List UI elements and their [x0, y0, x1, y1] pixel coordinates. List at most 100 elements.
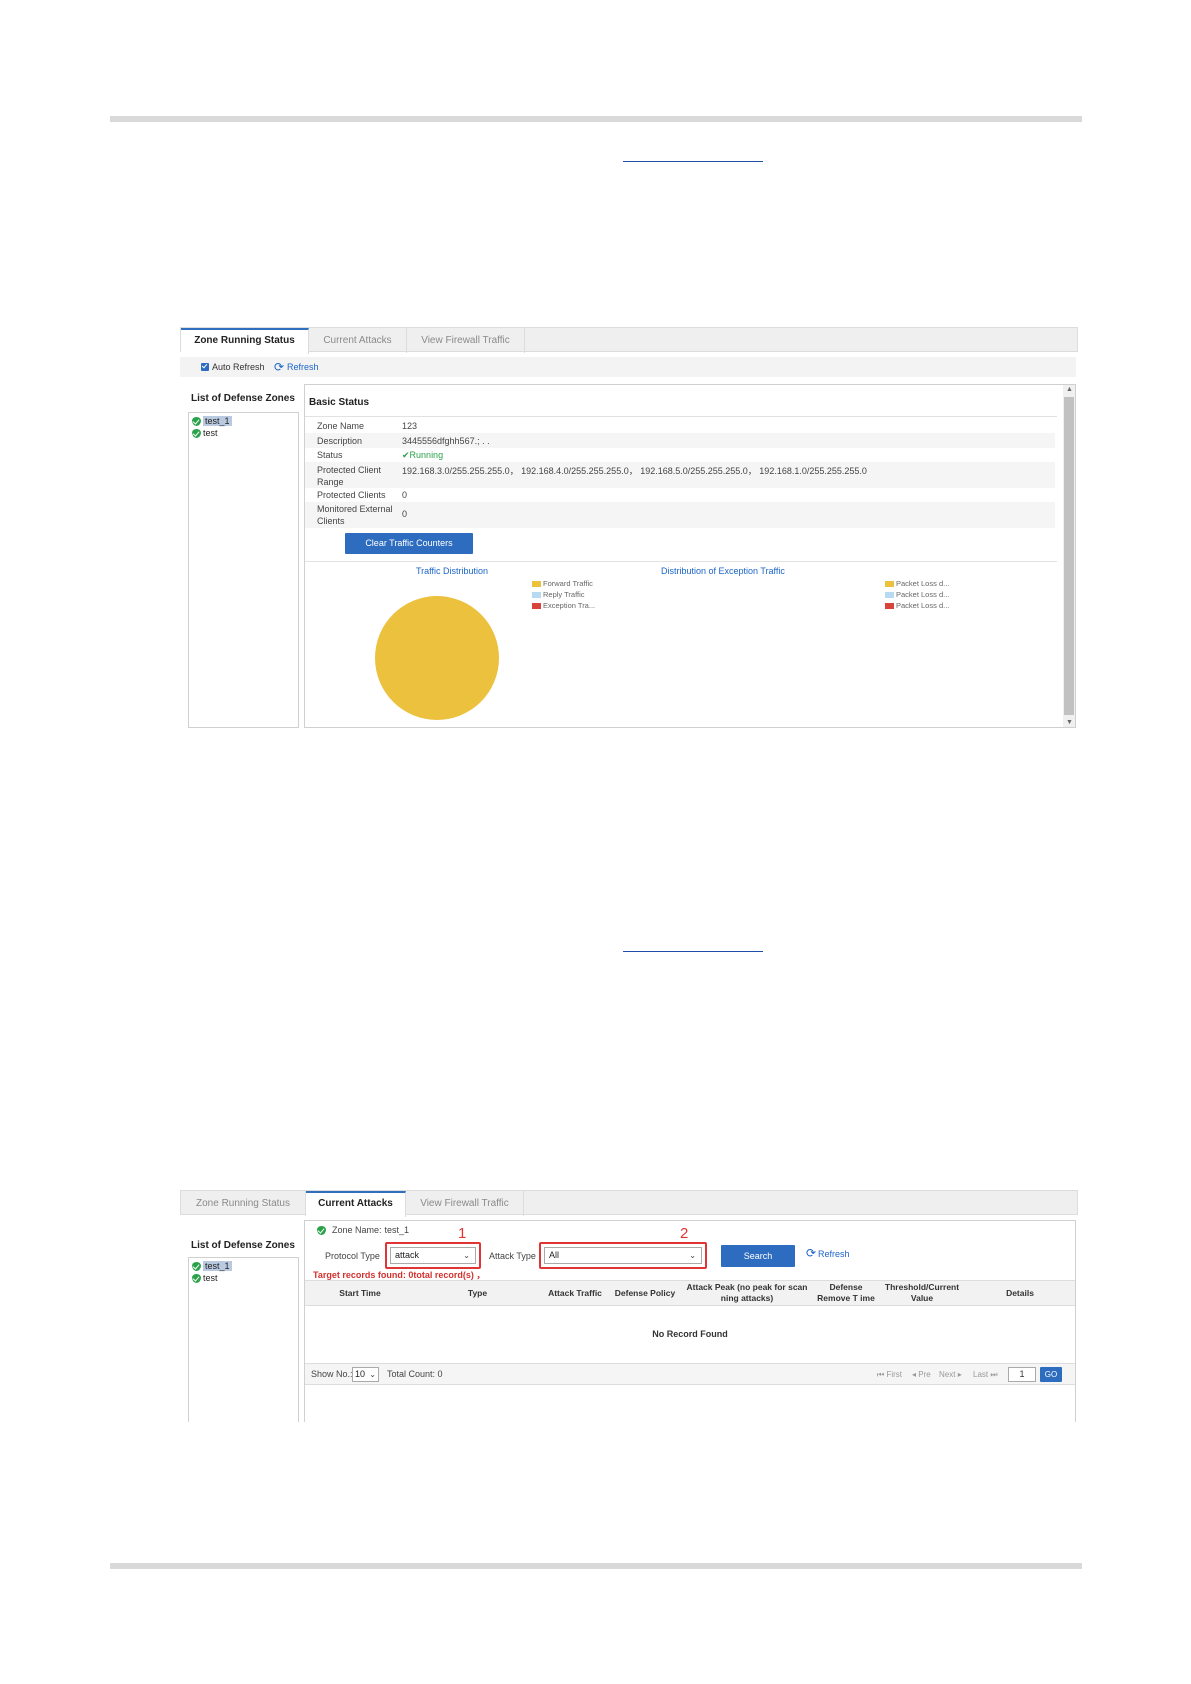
- row-key: Monitored External Clients: [317, 504, 393, 526]
- zone-label: test_1: [203, 416, 232, 426]
- protocol-type-value: attack: [395, 1250, 420, 1260]
- vertical-scrollbar[interactable]: ▲ ▼: [1063, 385, 1075, 727]
- row-key: Status: [317, 450, 343, 460]
- shield-check-icon: [317, 1225, 326, 1235]
- chevron-down-icon: ⌄: [689, 1251, 696, 1260]
- legend-exception-traffic: Exception Tra...: [532, 601, 595, 610]
- col-attack-peak: Attack Peak (no peak for scan ning attac…: [686, 1282, 808, 1303]
- shield-check-icon: [192, 428, 201, 438]
- tab-bar: Zone Running Status Current Attacks View…: [180, 327, 1078, 354]
- swatch: [532, 602, 541, 609]
- top-rule: [110, 116, 1082, 122]
- clear-traffic-counters-button[interactable]: Clear Traffic Counters: [345, 533, 473, 554]
- zones-title: List of Defense Zones: [191, 1240, 295, 1251]
- pager-next[interactable]: Next ▸: [939, 1370, 962, 1379]
- basic-status-panel: Basic Status Zone Name 123 Description 3…: [304, 384, 1076, 728]
- tab-current-attacks[interactable]: Current Attacks: [309, 328, 407, 353]
- swatch: [885, 602, 894, 609]
- pager-next-label: Next: [939, 1370, 956, 1379]
- attack-type-select[interactable]: All ⌄: [544, 1247, 702, 1264]
- zone-item-test-1[interactable]: test_1: [192, 1261, 232, 1271]
- swatch: [532, 591, 541, 598]
- col-type: Type: [467, 1288, 488, 1298]
- row-zone-name: Zone Name 123: [305, 418, 1055, 433]
- prev-page-icon: ◂: [912, 1370, 917, 1379]
- show-no-select[interactable]: 10 ⌄: [352, 1367, 379, 1382]
- col-details: Details: [1006, 1288, 1034, 1298]
- legend-label: Packet Loss d...: [896, 590, 950, 599]
- protocol-type-select[interactable]: attack ⌄: [390, 1247, 476, 1264]
- auto-refresh-checkbox[interactable]: [201, 362, 209, 371]
- zone-name-value: test_1: [384, 1225, 410, 1235]
- pager-prev-label: Pre: [918, 1370, 931, 1379]
- search-button[interactable]: Search: [721, 1245, 795, 1267]
- tab-zone-running-status[interactable]: Zone Running Status: [181, 328, 309, 354]
- zone-label: test: [203, 1273, 218, 1283]
- zone-running-status-screenshot: Zone Running Status Current Attacks View…: [180, 327, 1078, 732]
- swatch: [532, 580, 541, 587]
- traffic-pie-chart: [375, 596, 499, 720]
- tab-current-attacks[interactable]: Current Attacks: [306, 1191, 406, 1217]
- scrollbar-thumb[interactable]: [1064, 397, 1074, 715]
- chart-traffic-distribution-title: Traffic Distribution: [416, 566, 489, 576]
- row-key: Protected Client Range: [317, 465, 382, 487]
- zones-title: List of Defense Zones: [191, 393, 295, 404]
- row-description: Description 3445556dfghh567.; . .: [305, 433, 1055, 448]
- bottom-rule: [110, 1563, 1082, 1569]
- chart-exception-traffic-title: Distribution of Exception Traffic: [661, 566, 785, 576]
- scroll-down-icon[interactable]: ▼: [1066, 719, 1073, 726]
- attack-type-value: All: [549, 1250, 560, 1260]
- zone-list: [188, 412, 299, 728]
- col-threshold-current: Threshold/Current Value: [884, 1282, 960, 1303]
- zone-label: test_1: [203, 1261, 232, 1271]
- basic-status-title: Basic Status: [309, 397, 370, 408]
- tab-view-firewall-traffic[interactable]: View Firewall Traffic: [407, 328, 525, 353]
- legend-packet-loss-1: Packet Loss d...: [885, 579, 949, 588]
- tab-view-firewall-traffic[interactable]: View Firewall Traffic: [406, 1191, 524, 1216]
- col-defense-remove-time: Defense Remove T ime: [817, 1282, 875, 1303]
- scroll-up-icon[interactable]: ▲: [1066, 386, 1073, 393]
- row-status: Status ✔Running: [305, 448, 1055, 462]
- zone-item-test[interactable]: test: [192, 428, 218, 438]
- swatch: [885, 591, 894, 598]
- refresh-icon[interactable]: ⟳: [806, 1246, 816, 1260]
- pager-prev[interactable]: ◂ Pre: [912, 1370, 931, 1379]
- tab-zone-running-status[interactable]: Zone Running Status: [181, 1191, 306, 1216]
- go-button[interactable]: GO: [1040, 1367, 1062, 1382]
- chevron-down-icon: ⌄: [369, 1370, 376, 1379]
- swatch: [885, 580, 894, 587]
- row-protected-clients: Protected Clients 0: [305, 488, 1055, 502]
- status-value: ✔Running: [402, 450, 443, 461]
- row-value: 123: [402, 421, 418, 431]
- chevron-down-icon: ⌄: [463, 1251, 470, 1260]
- zone-item-test[interactable]: test: [192, 1273, 218, 1283]
- row-key: Protected Clients: [317, 490, 386, 500]
- page-number-input[interactable]: 1: [1008, 1367, 1036, 1382]
- legend-label: Packet Loss d...: [896, 601, 950, 610]
- legend-label: Exception Tra...: [543, 601, 596, 610]
- zone-item-test-1[interactable]: test_1: [192, 416, 232, 426]
- col-defense-policy: Defense Policy: [614, 1288, 676, 1298]
- zone-name-label: Zone Name:: [332, 1225, 382, 1235]
- first-page-icon: ⏮: [877, 1370, 885, 1379]
- row-value: 0: [402, 509, 408, 519]
- shield-check-icon: [192, 416, 201, 426]
- marker-1: 1: [458, 1225, 467, 1242]
- row-value: 3445556dfghh567.; . .: [402, 436, 490, 446]
- show-no-value: 10: [355, 1369, 366, 1379]
- row-value: 192.168.3.0/255.255.255.0， 192.168.4.0/2…: [402, 466, 867, 476]
- pager-first[interactable]: ⏮ First: [877, 1370, 902, 1380]
- legend-packet-loss-3: Packet Loss d...: [885, 601, 949, 610]
- row-protected-range: Protected Client Range 192.168.3.0/255.2…: [305, 462, 1055, 488]
- status-text: Running: [409, 450, 444, 460]
- refresh-link[interactable]: Refresh: [287, 362, 319, 372]
- protocol-type-label: Protocol Type: [325, 1251, 380, 1261]
- legend-label: Forward Traffic: [543, 579, 593, 588]
- refresh-icon[interactable]: ⟳: [274, 360, 284, 374]
- row-key: Description: [317, 436, 363, 446]
- tab-bar: Zone Running Status Current Attacks View…: [180, 1190, 1078, 1217]
- refresh-link[interactable]: Refresh: [818, 1249, 850, 1259]
- next-page-icon: ▸: [957, 1370, 962, 1379]
- pager-last[interactable]: Last ⏭: [973, 1370, 998, 1380]
- total-count: Total Count: 0: [387, 1369, 443, 1379]
